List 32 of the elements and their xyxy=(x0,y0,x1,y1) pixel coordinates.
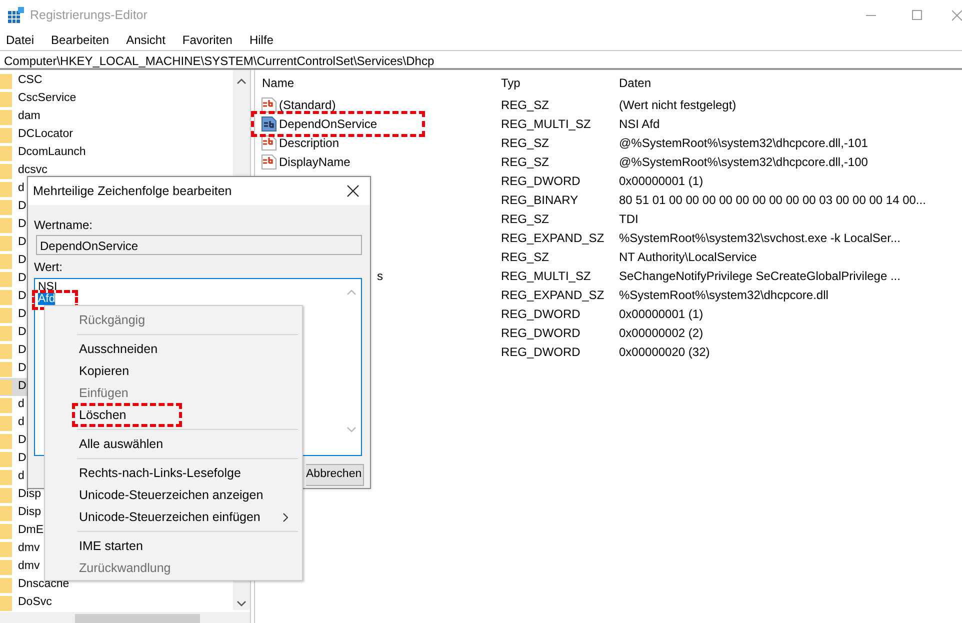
value-type: REG_MULTI_SZ xyxy=(500,268,592,284)
value-data: %SystemRoot%\system32\dhcpcore.dll xyxy=(619,286,830,304)
value-type: REG_MULTI_SZ xyxy=(500,116,592,132)
value-data: 0x00000002 (2) xyxy=(619,324,704,342)
value-data: TDI xyxy=(619,210,640,228)
value-type: REG_EXPAND_SZ xyxy=(500,286,606,304)
value-type: REG_SZ xyxy=(500,154,550,170)
value-data: 0x00000001 (1) xyxy=(619,306,704,322)
value-type: REG_SZ xyxy=(500,134,550,152)
value-data: NT Authority\LocalService xyxy=(619,248,758,266)
value-data: %SystemRoot%\system32\svchost.exe -k LocalSer... xyxy=(619,230,902,246)
value-type: REG_SZ xyxy=(500,210,550,228)
value-type: REG_SZ xyxy=(500,248,550,266)
value-data: 80 51 01 00 00 00 00 00 00 00 00 00 03 00 00 00 14 00... xyxy=(619,192,927,208)
value-type: REG_DWORD xyxy=(500,172,582,190)
value-type: REG_DWORD xyxy=(500,306,582,322)
value-data: NSI Afd xyxy=(619,116,661,132)
value-data: @%SystemRoot%\system32\dhcpcore.dll,-101 xyxy=(619,134,869,152)
value-data: 0x00000001 (1) xyxy=(619,172,704,190)
value-type: REG_BINARY xyxy=(500,192,580,208)
field-label: Wertname: xyxy=(34,217,92,231)
value-type: REG_DWORD xyxy=(500,324,582,342)
value-type: REG_DWORD xyxy=(500,344,582,360)
dialog-title: Mehrteilige Zeichenfolge bearbeiten xyxy=(33,182,232,200)
value-data: SeChangeNotifyPrivilege SeCreateGlobalPrivilege ... xyxy=(619,268,902,284)
value-data: (Wert nicht festgelegt) xyxy=(619,96,738,114)
window-title: Registrierungs-Editor xyxy=(30,6,148,24)
value-data: @%SystemRoot%\system32\dhcpcore.dll,-100 xyxy=(619,154,869,170)
value-data: 0x00000020 (32) xyxy=(619,344,711,360)
value-type: REG_SZ xyxy=(500,96,550,114)
field-label: Wert: xyxy=(34,260,62,274)
value-type: REG_EXPAND_SZ xyxy=(500,230,606,246)
